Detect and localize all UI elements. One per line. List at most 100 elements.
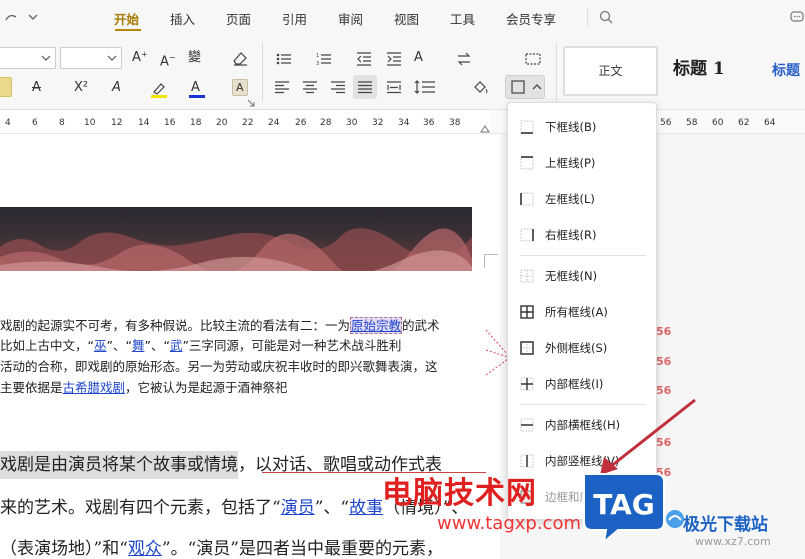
text-run: ”、“ [144, 338, 170, 353]
menu-item-right-border[interactable]: 右框线(R) [508, 219, 656, 251]
watermark-site-url: www.tagxp.com [437, 513, 581, 534]
pinyin-button[interactable]: 變 [188, 49, 201, 67]
ruler-tick: 16 [164, 118, 176, 128]
paragraph-1-line-1[interactable]: 戏剧的起源实不可考，有多种假说。比较主流的看法有二：一为原始宗教的武术 [0, 316, 440, 336]
menu-item-label: 上框线(P) [545, 156, 596, 170]
align-right-icon[interactable] [330, 80, 346, 94]
menu-item-bottom-border[interactable]: 下框线(B) [508, 111, 656, 143]
paragraph-1-line-2[interactable]: 比如上古中文，“巫”、“舞”、“武”三字同源，可能是对一种艺术战斗胜利 [0, 336, 401, 356]
tab-home[interactable]: 开始 [114, 9, 139, 28]
increase-indent-icon[interactable] [386, 52, 402, 66]
style-heading1[interactable]: 标题 1 [673, 60, 725, 78]
ruler-tick: 8 [59, 118, 65, 128]
divider [556, 42, 557, 102]
char-spacing-button[interactable]: A [414, 49, 423, 67]
divider [587, 8, 588, 26]
horizontal-ruler[interactable]: 4 6 8 10 12 14 16 18 20 22 24 26 28 30 3… [0, 110, 805, 134]
text-run: 戏剧的起源实不可考，有多种假说。比较主流的看法有二：一为 [0, 318, 351, 333]
paragraph-1-line-4[interactable]: 主要依据是古希腊戏剧，它被认为是起源于酒神祭祀 [0, 378, 288, 398]
comment-icon[interactable] [790, 10, 804, 24]
tab-view[interactable]: 视图 [394, 9, 419, 28]
text-effect-button[interactable]: A [112, 79, 121, 97]
tag-logo-text: TAG [593, 488, 655, 521]
tab-page[interactable]: 页面 [226, 9, 251, 28]
align-center-icon[interactable] [302, 80, 318, 94]
tab-review[interactable]: 审阅 [338, 9, 363, 28]
inside-horizontal-border-icon [520, 418, 534, 432]
menu-item-left-border[interactable]: 左框线(L) [508, 183, 656, 215]
text-run: 的武术 [402, 318, 440, 333]
text-run: ，它被认为是起源于酒神祭祀 [125, 380, 288, 395]
ruler-tick: 38 [449, 118, 461, 128]
link-story[interactable]: 故事 [349, 498, 383, 518]
selected-text: 戏剧是由演员将某个故事或情境 [0, 451, 238, 479]
ruler-tick: 34 [398, 118, 410, 128]
character-shading-button[interactable]: A [232, 79, 248, 96]
menu-item-all-borders[interactable]: 所有框线(A) [508, 296, 656, 328]
strikethrough-button[interactable]: A [32, 79, 41, 97]
line-spacing-icon[interactable] [414, 80, 436, 94]
justify-icon [358, 81, 372, 94]
decrease-font-button[interactable]: A− [160, 49, 176, 71]
increase-font-button[interactable]: A⁺ [132, 49, 148, 67]
text-run: ”、“ [314, 498, 350, 518]
menu-item-label: 下框线(B) [545, 120, 597, 134]
highlight-pen-icon[interactable] [150, 80, 168, 98]
link-audience[interactable]: 观众 [128, 539, 162, 559]
document-image[interactable] [0, 207, 472, 271]
ruler-tick: 24 [268, 118, 280, 128]
font-size-select[interactable] [60, 47, 122, 69]
link-wu-shaman[interactable]: 巫 [94, 338, 107, 353]
bullet-list-icon[interactable] [276, 52, 292, 66]
link-actor[interactable]: 演员 [281, 498, 315, 518]
ruler-tick: 58 [686, 118, 698, 128]
revision-marker[interactable]: 56 [656, 355, 671, 368]
link-wu-martial[interactable]: 武 [170, 338, 183, 353]
font-dialog-launcher-icon[interactable] [247, 99, 255, 107]
text-run: （表演场地）”和“ [0, 539, 128, 559]
tab-insert[interactable]: 插入 [170, 9, 195, 28]
numbered-list-icon[interactable]: 13 [316, 52, 332, 66]
justify-button[interactable] [353, 75, 377, 99]
show-marks-icon[interactable] [525, 52, 541, 66]
ruler-tick: 18 [190, 118, 202, 128]
style-normal[interactable]: 正文 [563, 46, 658, 96]
search-icon[interactable] [599, 10, 613, 24]
fill-shading-icon[interactable] [472, 79, 490, 95]
revision-marker[interactable]: 56 [656, 325, 671, 338]
ruler-tick: 20 [216, 118, 228, 128]
paragraph-1-line-3[interactable]: 活动的合称，即戏剧的原始形态。另一为劳动或庆祝丰收时的即兴歌舞表演，这 [0, 357, 438, 377]
ruler-tick: 30 [346, 118, 358, 128]
menu-item-outside-borders[interactable]: 外侧框线(S) [508, 332, 656, 364]
tab-member[interactable]: 会员专享 [506, 9, 556, 28]
link-greek-drama[interactable]: 古希腊戏剧 [63, 380, 126, 395]
distributed-align-icon[interactable] [386, 80, 402, 94]
menu-item-no-border[interactable]: 无框线(N) [508, 260, 656, 292]
superscript-button[interactable]: X² [74, 79, 88, 97]
indent-marker-icon[interactable] [480, 124, 490, 133]
clear-format-icon[interactable] [231, 49, 249, 67]
decrease-indent-icon[interactable] [356, 52, 372, 66]
font-name-select[interactable] [0, 47, 56, 69]
text-direction-icon[interactable] [456, 52, 472, 66]
chevron-down-icon[interactable] [27, 12, 39, 22]
style-heading2[interactable]: 标题 [772, 62, 800, 80]
font-color-button[interactable]: A [189, 79, 205, 98]
align-left-icon[interactable] [274, 80, 290, 94]
text-run: ”。“演员”是四者当中最重要的元素， [161, 539, 443, 559]
font-color-swatch [189, 95, 205, 98]
page-corner-mark [484, 254, 485, 268]
watermark-right-name: 极光下载站 [683, 515, 768, 535]
tab-tools[interactable]: 工具 [450, 9, 475, 28]
link-wu-dance[interactable]: 舞 [132, 338, 145, 353]
bottom-border-icon [520, 120, 534, 134]
link-primitive-religion[interactable]: 原始宗教 [350, 317, 403, 334]
paragraph-2-line-3[interactable]: （表演场地）”和“观众”。“演员”是四者当中最重要的元素， [0, 534, 443, 559]
right-border-icon [520, 228, 534, 242]
tab-references[interactable]: 引用 [282, 9, 307, 28]
menu-item-top-border[interactable]: 上框线(P) [508, 147, 656, 179]
borders-button[interactable] [505, 75, 545, 99]
redo-icon[interactable] [4, 11, 18, 25]
highlight-swatch[interactable] [0, 77, 12, 97]
watermark-site-name: 电脑技术网 [382, 476, 537, 511]
